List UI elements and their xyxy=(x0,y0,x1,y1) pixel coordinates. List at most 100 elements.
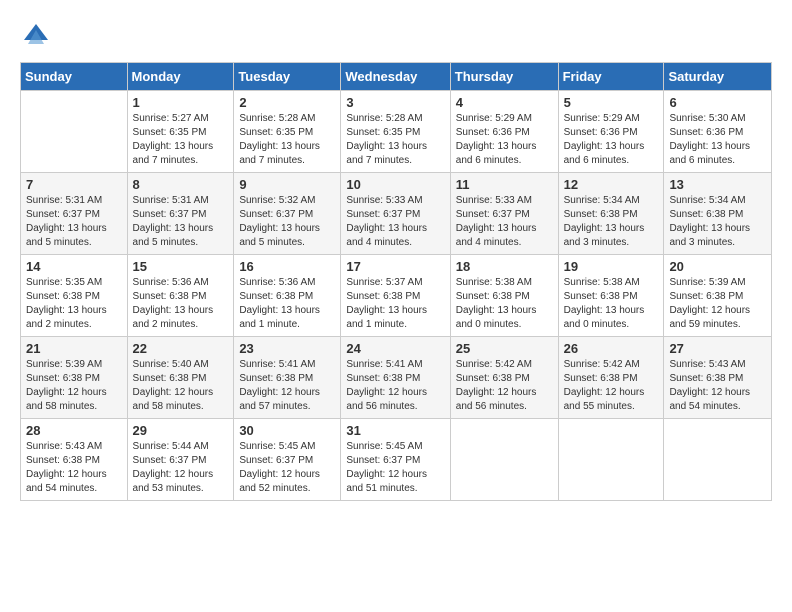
calendar-week-row: 1 Sunrise: 5:27 AMSunset: 6:35 PMDaylight… xyxy=(21,91,772,173)
calendar-cell: 8Sunrise: 5:31 AMSunset: 6:37 PMDaylight… xyxy=(127,173,234,255)
day-number: 19 xyxy=(564,259,659,274)
calendar-cell: 23 Sunrise: 5:41 AMSunset: 6:38 PMDayligh… xyxy=(234,337,341,419)
day-number: 16 xyxy=(239,259,335,274)
calendar-cell: 18Sunrise: 5:38 AMSunset: 6:38 PMDayligh… xyxy=(450,255,558,337)
calendar-cell: 6 Sunrise: 5:30 AMSunset: 6:36 PMDaylight… xyxy=(664,91,772,173)
calendar-cell: 16 Sunrise: 5:36 AMSunset: 6:38 PMDayligh… xyxy=(234,255,341,337)
day-info: Sunrise: 5:33 AMSunset: 6:37 PMDaylight:… xyxy=(456,194,553,250)
calendar-header-row: SundayMondayTuesdayWednesdayThursdayFrid… xyxy=(21,63,772,91)
calendar-cell: 19 Sunrise: 5:38 AMSunset: 6:38 PMDayligh… xyxy=(558,255,664,337)
day-number: 22 xyxy=(133,341,229,356)
day-number: 31 xyxy=(346,423,444,438)
day-info: Sunrise: 5:28 AMSunset: 6:35 PMDaylight:… xyxy=(239,112,335,168)
day-info: Sunrise: 5:44 AMSunset: 6:37 PMDaylight:… xyxy=(133,440,229,496)
calendar-cell: 11 Sunrise: 5:33 AMSunset: 6:37 PMDayligh… xyxy=(450,173,558,255)
day-info: Sunrise: 5:27 AMSunset: 6:35 PMDaylight:… xyxy=(133,112,229,168)
calendar-cell: 13 Sunrise: 5:34 AMSunset: 6:38 PMDayligh… xyxy=(664,173,772,255)
day-number: 28 xyxy=(26,423,122,438)
day-info: Sunrise: 5:45 AMSunset: 6:37 PMDaylight:… xyxy=(239,440,335,496)
day-number: 23 xyxy=(239,341,335,356)
day-info: Sunrise: 5:34 AMSunset: 6:38 PMDaylight:… xyxy=(669,194,766,250)
logo-icon xyxy=(20,20,52,52)
day-info: Sunrise: 5:38 AMSunset: 6:38 PMDaylight:… xyxy=(564,276,659,332)
day-info: Sunrise: 5:35 AMSunset: 6:38 PMDaylight:… xyxy=(26,276,122,332)
day-info: Sunrise: 5:31 AMSunset: 6:37 PMDaylight:… xyxy=(26,194,122,250)
day-info: Sunrise: 5:41 AMSunset: 6:38 PMDaylight:… xyxy=(346,358,444,414)
day-info: Sunrise: 5:38 AMSunset: 6:38 PMDaylight:… xyxy=(456,276,553,332)
calendar-header-cell: Friday xyxy=(558,63,664,91)
day-info: Sunrise: 5:32 AMSunset: 6:37 PMDaylight:… xyxy=(239,194,335,250)
calendar-cell: 27Sunrise: 5:43 AMSunset: 6:38 PMDayligh… xyxy=(664,337,772,419)
day-number: 10 xyxy=(346,177,444,192)
calendar-cell xyxy=(558,419,664,501)
day-number: 8 xyxy=(133,177,229,192)
day-number: 6 xyxy=(669,95,766,110)
calendar-cell: 7 Sunrise: 5:31 AMSunset: 6:37 PMDaylight… xyxy=(21,173,128,255)
calendar-week-row: 21 Sunrise: 5:39 AMSunset: 6:38 PMDayligh… xyxy=(21,337,772,419)
calendar-cell: 30Sunrise: 5:45 AMSunset: 6:37 PMDayligh… xyxy=(234,419,341,501)
day-number: 9 xyxy=(239,177,335,192)
day-number: 14 xyxy=(26,259,122,274)
calendar-cell xyxy=(21,91,128,173)
day-info: Sunrise: 5:37 AMSunset: 6:38 PMDaylight:… xyxy=(346,276,444,332)
calendar-header-cell: Tuesday xyxy=(234,63,341,91)
calendar-cell: 1 Sunrise: 5:27 AMSunset: 6:35 PMDaylight… xyxy=(127,91,234,173)
day-number: 20 xyxy=(669,259,766,274)
calendar-week-row: 7 Sunrise: 5:31 AMSunset: 6:37 PMDaylight… xyxy=(21,173,772,255)
day-number: 11 xyxy=(456,177,553,192)
calendar-cell: 21 Sunrise: 5:39 AMSunset: 6:38 PMDayligh… xyxy=(21,337,128,419)
day-number: 26 xyxy=(564,341,659,356)
day-number: 2 xyxy=(239,95,335,110)
calendar-week-row: 14 Sunrise: 5:35 AMSunset: 6:38 PMDayligh… xyxy=(21,255,772,337)
page-header xyxy=(20,20,772,52)
day-info: Sunrise: 5:36 AMSunset: 6:38 PMDaylight:… xyxy=(239,276,335,332)
day-number: 7 xyxy=(26,177,122,192)
day-info: Sunrise: 5:43 AMSunset: 6:38 PMDaylight:… xyxy=(26,440,122,496)
calendar-cell: 25 Sunrise: 5:42 AMSunset: 6:38 PMDayligh… xyxy=(450,337,558,419)
day-number: 13 xyxy=(669,177,766,192)
day-info: Sunrise: 5:33 AMSunset: 6:37 PMDaylight:… xyxy=(346,194,444,250)
calendar-cell: 9 Sunrise: 5:32 AMSunset: 6:37 PMDaylight… xyxy=(234,173,341,255)
calendar-cell: 15 Sunrise: 5:36 AMSunset: 6:38 PMDayligh… xyxy=(127,255,234,337)
calendar-header-cell: Saturday xyxy=(664,63,772,91)
calendar-cell: 2 Sunrise: 5:28 AMSunset: 6:35 PMDaylight… xyxy=(234,91,341,173)
calendar-cell xyxy=(664,419,772,501)
day-info: Sunrise: 5:34 AMSunset: 6:38 PMDaylight:… xyxy=(564,194,659,250)
day-info: Sunrise: 5:39 AMSunset: 6:38 PMDaylight:… xyxy=(26,358,122,414)
logo xyxy=(20,20,56,52)
calendar-cell: 22 Sunrise: 5:40 AMSunset: 6:38 PMDayligh… xyxy=(127,337,234,419)
calendar-cell: 4Sunrise: 5:29 AMSunset: 6:36 PMDaylight… xyxy=(450,91,558,173)
day-number: 21 xyxy=(26,341,122,356)
day-number: 25 xyxy=(456,341,553,356)
day-info: Sunrise: 5:36 AMSunset: 6:38 PMDaylight:… xyxy=(133,276,229,332)
day-info: Sunrise: 5:40 AMSunset: 6:38 PMDaylight:… xyxy=(133,358,229,414)
day-number: 3 xyxy=(346,95,444,110)
day-info: Sunrise: 5:29 AMSunset: 6:36 PMDaylight:… xyxy=(564,112,659,168)
day-info: Sunrise: 5:41 AMSunset: 6:38 PMDaylight:… xyxy=(239,358,335,414)
calendar-cell: 3 Sunrise: 5:28 AMSunset: 6:35 PMDaylight… xyxy=(341,91,450,173)
day-number: 5 xyxy=(564,95,659,110)
calendar-cell: 14 Sunrise: 5:35 AMSunset: 6:38 PMDayligh… xyxy=(21,255,128,337)
day-number: 17 xyxy=(346,259,444,274)
calendar-cell: 12 Sunrise: 5:34 AMSunset: 6:38 PMDayligh… xyxy=(558,173,664,255)
day-number: 29 xyxy=(133,423,229,438)
calendar-header-cell: Thursday xyxy=(450,63,558,91)
day-number: 1 xyxy=(133,95,229,110)
calendar-cell: 20 Sunrise: 5:39 AMSunset: 6:38 PMDayligh… xyxy=(664,255,772,337)
day-number: 27 xyxy=(669,341,766,356)
calendar-header-cell: Monday xyxy=(127,63,234,91)
day-number: 4 xyxy=(456,95,553,110)
calendar-cell: 17 Sunrise: 5:37 AMSunset: 6:38 PMDayligh… xyxy=(341,255,450,337)
calendar-cell: 29 Sunrise: 5:44 AMSunset: 6:37 PMDayligh… xyxy=(127,419,234,501)
day-number: 12 xyxy=(564,177,659,192)
day-number: 15 xyxy=(133,259,229,274)
day-info: Sunrise: 5:30 AMSunset: 6:36 PMDaylight:… xyxy=(669,112,766,168)
calendar-cell xyxy=(450,419,558,501)
day-info: Sunrise: 5:39 AMSunset: 6:38 PMDaylight:… xyxy=(669,276,766,332)
day-info: Sunrise: 5:42 AMSunset: 6:38 PMDaylight:… xyxy=(564,358,659,414)
day-info: Sunrise: 5:42 AMSunset: 6:38 PMDaylight:… xyxy=(456,358,553,414)
day-info: Sunrise: 5:28 AMSunset: 6:35 PMDaylight:… xyxy=(346,112,444,168)
calendar-header-cell: Wednesday xyxy=(341,63,450,91)
calendar-cell: 31Sunrise: 5:45 AMSunset: 6:37 PMDayligh… xyxy=(341,419,450,501)
day-number: 24 xyxy=(346,341,444,356)
